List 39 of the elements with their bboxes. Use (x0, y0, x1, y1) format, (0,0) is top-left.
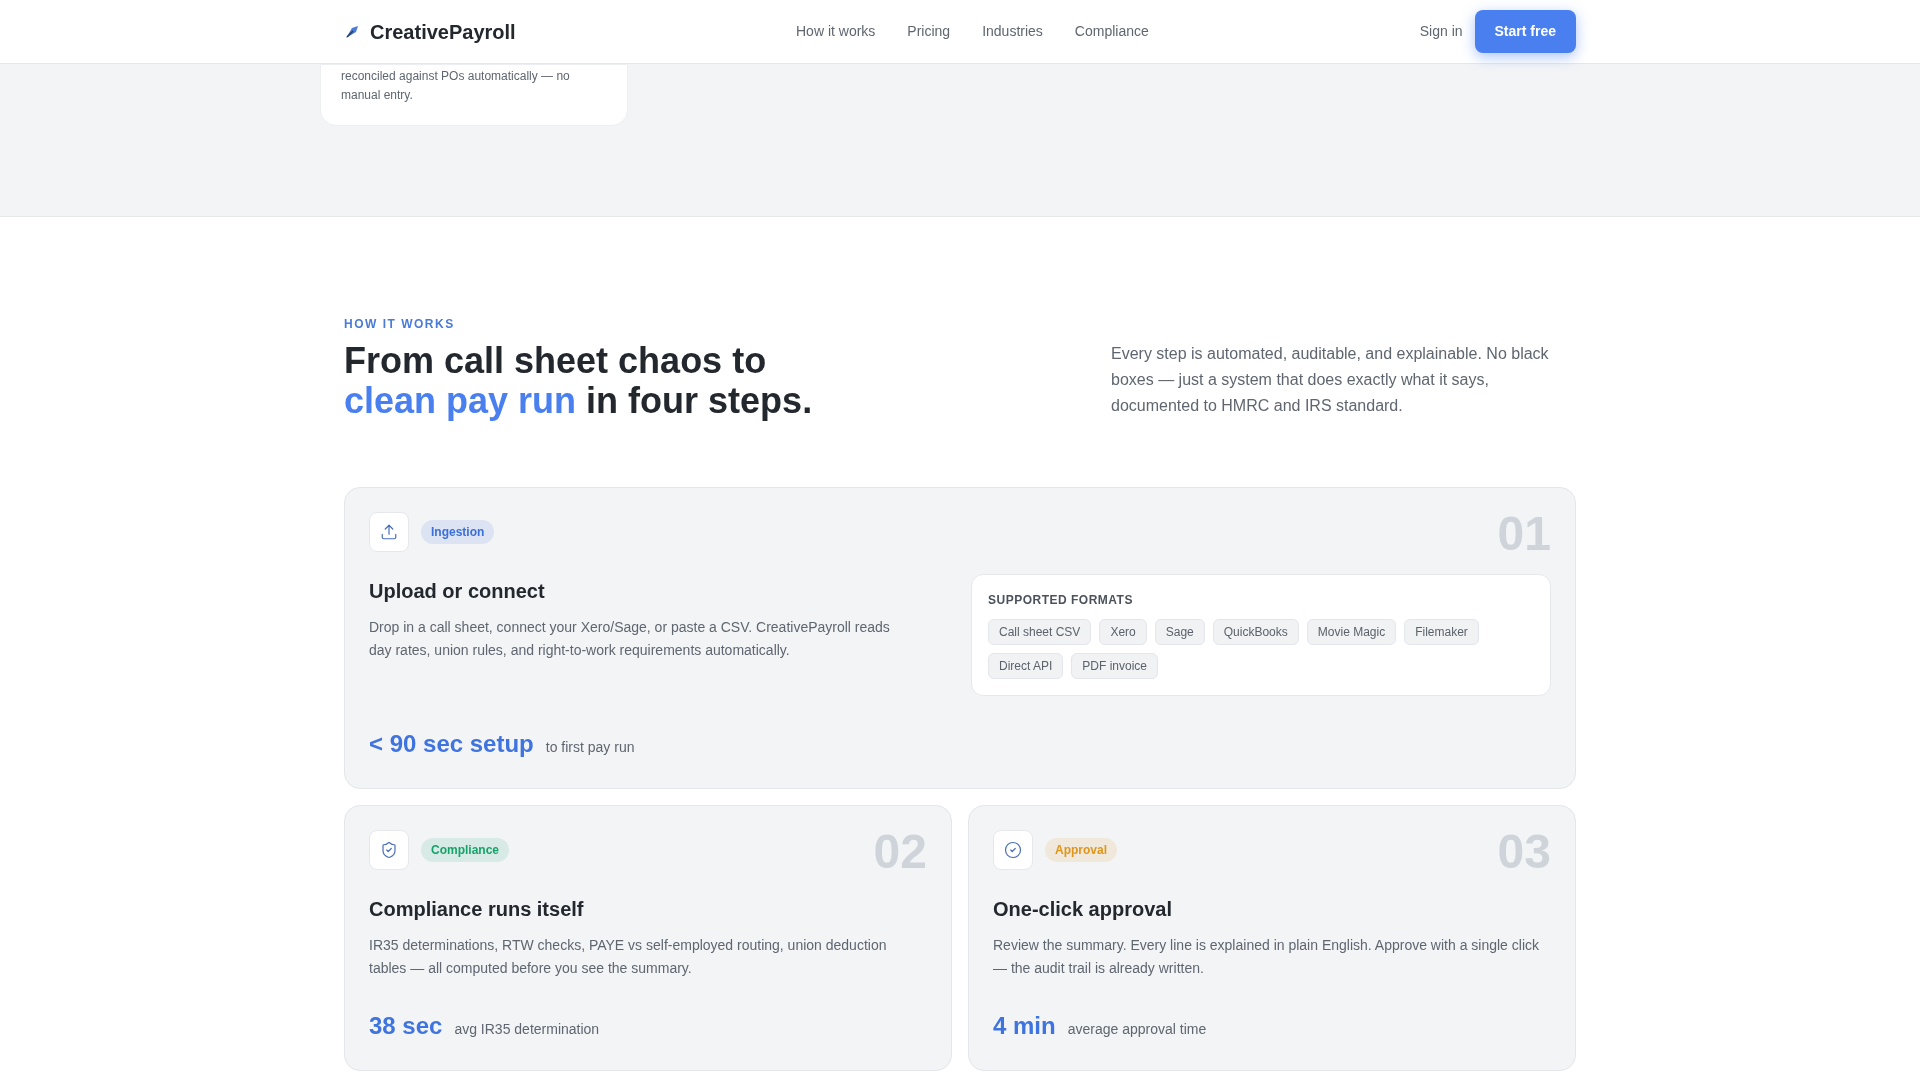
nav-link[interactable]: How it works (796, 21, 876, 42)
stat-value: < 90 sec setup (369, 729, 534, 759)
format-tag: Filemaker (1404, 619, 1479, 645)
step-description: Drop in a call sheet, connect your Xero/Sage, or paste a CSV. CreativePayroll reads day rates, union rules, and right-to-work requirements automatically. (369, 618, 891, 660)
step-description: IR35 determinations, RTW checks, PAYE vs self-employed routing, union deduction tables — all computed before you see the summary. (369, 936, 888, 978)
nav-link[interactable]: Industries (982, 21, 1043, 42)
stat-label: avg IR35 determination (454, 1020, 600, 1039)
format-tag: Sage (1154, 619, 1205, 645)
start-free-button[interactable]: Start free (1474, 10, 1576, 53)
step-description: Review the summary. Every line is explained in plain English. Approve with a single click — the audit trail is already written. (993, 936, 1540, 978)
stat-value: 4 min (993, 1011, 1056, 1041)
check-circle-icon (1004, 841, 1022, 859)
nav-link[interactable]: Compliance (1074, 21, 1149, 42)
section-intro: Every step is automated, auditable, and explainable. No black boxes — just a system that does exactly what it says, documented to HMRC and IRS standard. (1111, 344, 1550, 416)
step-title: One-click approval (993, 897, 1173, 922)
stat-label: average approval time (1067, 1020, 1207, 1039)
sign-in-link[interactable]: Sign in (1419, 21, 1463, 42)
category-badge: Ingestion (421, 520, 495, 544)
section-heading: From call sheet chaos to clean pay run in four steps. (344, 341, 813, 421)
format-tag: Xero (1099, 619, 1147, 645)
brand-name: CreativePayroll (370, 19, 516, 45)
format-tag: Call sheet CSV (988, 619, 1092, 645)
section-eyebrow: HOW IT WORKS (344, 316, 456, 333)
stat-value: 38 sec (369, 1011, 443, 1041)
category-badge: Approval (1045, 838, 1117, 862)
upload-icon (380, 523, 398, 541)
step-title: Compliance runs itself (369, 897, 585, 922)
shield-check-icon (380, 841, 398, 859)
format-tag: Movie Magic (1306, 619, 1397, 645)
format-tag: QuickBooks (1212, 619, 1299, 645)
format-tag: PDF invoice (1071, 653, 1159, 679)
stat-label: to first pay run (545, 738, 635, 757)
category-badge: Compliance (421, 838, 509, 862)
step-title: Upload or connect (369, 579, 546, 604)
feature-description: reconciled against POs automatically — no manual entry. (341, 68, 571, 104)
logo-icon (344, 23, 360, 40)
format-tag: Direct API (988, 653, 1064, 679)
formats-heading: SUPPORTED FORMATS (988, 592, 1134, 609)
nav-link[interactable]: Pricing (907, 21, 951, 42)
